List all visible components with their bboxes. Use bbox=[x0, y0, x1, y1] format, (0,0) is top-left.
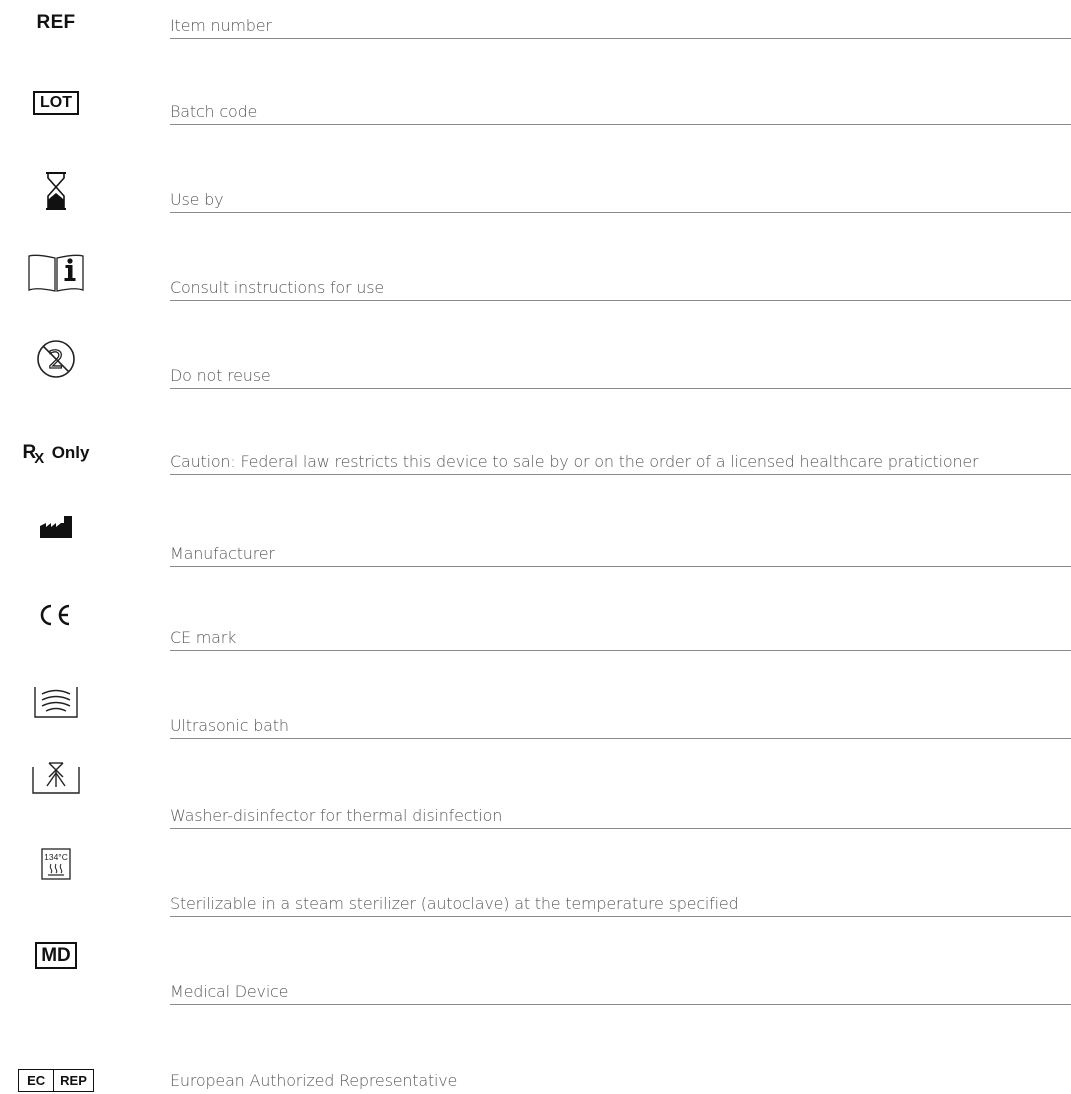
row-description: Item number bbox=[170, 16, 1071, 39]
row-description: Medical Device bbox=[170, 982, 1071, 1005]
ec-rep-symbol-icon: EC REP bbox=[0, 1066, 112, 1094]
symbol-row-md: MD Medical Device bbox=[0, 924, 1071, 1008]
steam-temperature-text: 134°C bbox=[44, 852, 68, 862]
steam-sterilizer-icon: 134°C bbox=[0, 846, 112, 882]
symbol-row-ce: CE mark bbox=[0, 588, 1071, 672]
hourglass-icon bbox=[0, 171, 112, 211]
lot-symbol-text: LOT bbox=[33, 91, 79, 115]
symbol-row-rx-only: RX Only Caution: Federal law restricts t… bbox=[0, 420, 1071, 504]
md-symbol-text: MD bbox=[35, 941, 77, 969]
rx-only-icon: RX Only bbox=[0, 438, 112, 468]
row-description: Consult instructions for use bbox=[170, 278, 1071, 301]
row-description: Washer-disinfector for thermal disinfect… bbox=[170, 806, 1071, 829]
symbol-row-manufacturer: Manufacturer bbox=[0, 504, 1071, 588]
symbol-row-do-not-reuse: 2 Do not reuse bbox=[0, 336, 1071, 420]
symbol-row-steam: 134°C Sterilizable in a steam sterilizer… bbox=[0, 840, 1071, 924]
row-description: CE mark bbox=[170, 628, 1071, 651]
symbol-row-ref: REF Item number bbox=[0, 0, 1071, 84]
do-not-reuse-icon: 2 bbox=[0, 338, 112, 380]
row-description: European Authorized Representative bbox=[170, 1071, 458, 1090]
ultrasonic-bath-icon bbox=[0, 684, 112, 720]
lot-symbol-icon: LOT bbox=[0, 88, 112, 118]
symbol-row-ec-rep: EC REP European Authorized Representativ… bbox=[0, 1008, 1071, 1092]
symbol-row-use-by: Use by bbox=[0, 168, 1071, 252]
washer-disinfector-icon bbox=[0, 756, 112, 798]
row-description: Manufacturer bbox=[170, 544, 1071, 567]
row-description: Do not reuse bbox=[170, 366, 1071, 389]
factory-icon bbox=[0, 512, 112, 542]
row-description: Use by bbox=[170, 190, 1071, 213]
symbol-row-ultrasonic: Ultrasonic bath bbox=[0, 672, 1071, 756]
symbol-row-lot: LOT Batch code bbox=[0, 84, 1071, 168]
row-description: Sterilizable in a steam sterilizer (auto… bbox=[170, 894, 1071, 917]
ref-symbol-icon: REF bbox=[0, 8, 112, 38]
rx-only-text: Only bbox=[51, 443, 90, 462]
instructions-book-icon bbox=[0, 252, 112, 294]
rx-letter-x: X bbox=[34, 450, 45, 467]
symbol-row-washer: Washer-disinfector for thermal disinfect… bbox=[0, 756, 1071, 840]
rep-symbol-text: REP bbox=[60, 1072, 87, 1088]
row-description: Ultrasonic bath bbox=[170, 716, 1071, 739]
ref-symbol-text: REF bbox=[36, 12, 76, 33]
ce-mark-icon bbox=[0, 600, 112, 630]
ec-symbol-text: EC bbox=[19, 1069, 55, 1091]
row-description: Batch code bbox=[170, 102, 1071, 125]
row-description: Caution: Federal law restricts this devi… bbox=[170, 452, 1071, 475]
symbol-row-instructions: Consult instructions for use bbox=[0, 252, 1071, 336]
do-not-reuse-digit: 2 bbox=[48, 345, 64, 374]
md-symbol-icon: MD bbox=[0, 940, 112, 970]
